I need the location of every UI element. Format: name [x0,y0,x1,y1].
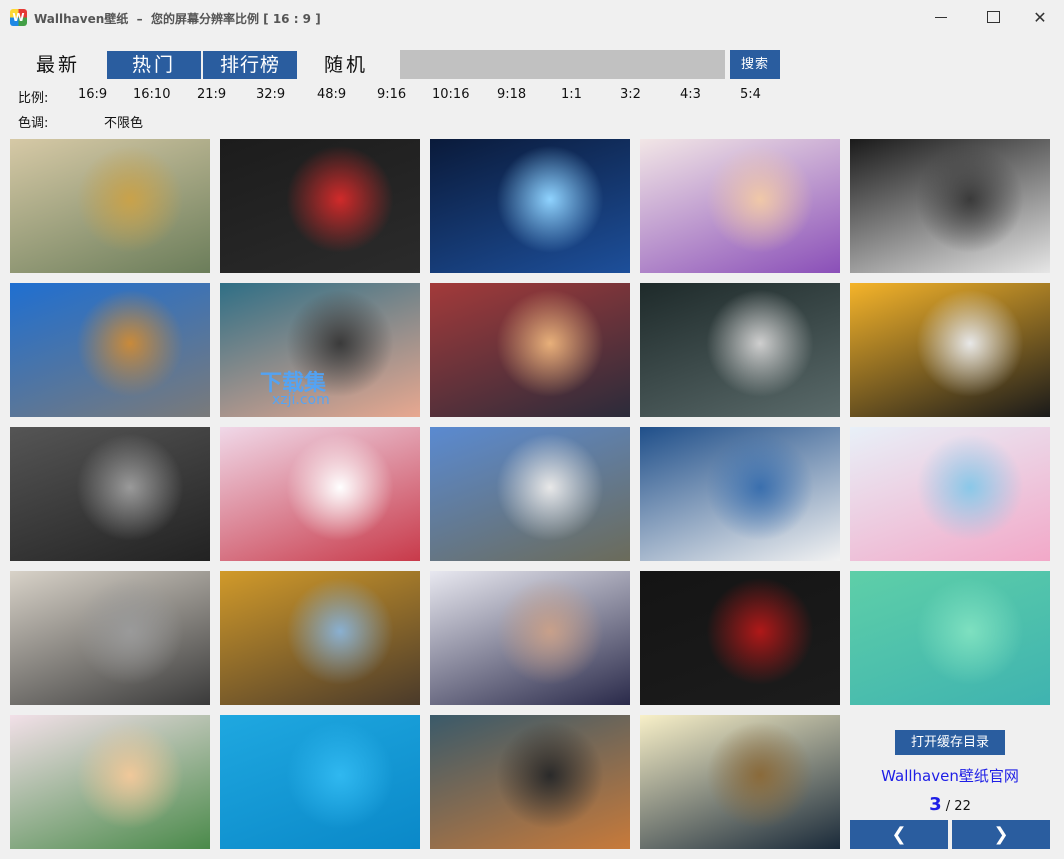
wallpaper-thumbnail-bw-portrait[interactable] [10,571,210,705]
app-icon: W [10,9,27,26]
wallpaper-thumbnail-dark-minimal[interactable] [640,571,840,705]
ratio-option[interactable]: 5:4 [740,87,761,102]
ratio-option[interactable]: 16:9 [78,87,107,102]
app-icon-letter: W [12,11,25,24]
title-bar: W Wallhaven壁纸 – 您的屏幕分辨率比例 [ 16 : 9 ] ✕ [0,0,1064,38]
wallpaper-thumbnail-teal-gradient[interactable] [850,571,1050,705]
wallpaper-thumbnail-sith-lightsaber[interactable] [220,139,420,273]
wallpaper-thumbnail-anime-white-hair[interactable] [850,139,1050,273]
maximize-icon [986,11,1000,23]
wallpaper-thumbnail-witcher[interactable] [640,283,840,417]
ratio-option[interactable]: 32:9 [256,87,285,102]
ratio-option[interactable]: 10:16 [432,87,469,102]
nav-latest[interactable]: 最新 [26,51,90,79]
minimize-button[interactable] [918,0,964,34]
color-label: 色调: [18,116,49,131]
window-title: Wallhaven壁纸 – 您的屏幕分辨率比例 [ 16 : 9 ] [34,12,321,26]
wallpaper-thumbnail-wave-pattern[interactable] [640,427,840,561]
color-option-any[interactable]: 不限色 [104,112,143,131]
wallpaper-thumbnail-anime-sports-girl[interactable] [220,427,420,561]
wallpaper-thumbnail-anime-devil-girl[interactable] [850,283,1050,417]
maximize-button[interactable] [970,0,1016,34]
ratio-option[interactable]: 21:9 [197,87,226,102]
wallpaper-thumbnail-fantasy-castle[interactable] [10,139,210,273]
wallpaper-thumbnail-anime-school-uniform[interactable] [430,571,630,705]
current-page: 3 [929,794,942,815]
wallpaper-thumbnail-space-ship-planet[interactable] [640,715,840,849]
wallpaper-thumbnail-anime-elf-trio[interactable] [10,715,210,849]
chevron-left-icon: ❮ [891,824,907,845]
ratio-option[interactable]: 9:18 [497,87,526,102]
chevron-right-icon: ❯ [993,824,1009,845]
ratio-option[interactable]: 3:2 [620,87,641,102]
nav-hot[interactable]: 热门 [107,51,201,79]
wallpaper-thumbnail-blue-deer[interactable] [430,139,630,273]
page-indicator: 3 / 22 [850,794,1050,815]
wallpaper-thumbnail-mountain-reflection[interactable] [430,283,630,417]
official-site-link[interactable]: Wallhaven壁纸官网 [850,765,1050,786]
wallpaper-thumbnail-girl-headphones[interactable] [430,715,630,849]
search-button[interactable]: 搜索 [730,50,780,79]
nav-random[interactable]: 随机 [314,51,378,79]
wallpaper-thumbnail-snow-mountain-lake[interactable] [430,427,630,561]
ratio-label: 比例: [18,91,49,106]
ratio-option[interactable]: 4:3 [680,87,701,102]
wallpaper-thumbnail-anime-purple-girl[interactable] [640,139,840,273]
ratio-option[interactable]: 16:10 [133,87,170,102]
nav-toplist[interactable]: 排行榜 [203,51,297,79]
wallpaper-thumbnail-airplane-runway[interactable] [10,283,210,417]
next-page-button[interactable]: ❯ [952,820,1050,849]
search-input[interactable] [400,50,725,79]
total-pages: / 22 [945,799,971,814]
ratio-option[interactable]: 9:16 [377,87,406,102]
wallpaper-thumbnail-autumn-temple[interactable] [220,571,420,705]
ratio-option[interactable]: 1:1 [561,87,582,102]
close-icon: ✕ [1033,7,1047,27]
close-button[interactable]: ✕ [1017,0,1063,34]
ratio-option[interactable]: 48:9 [317,87,346,102]
minimize-icon [935,16,947,18]
wallpaper-thumbnail-anime-colorful-crowd[interactable] [850,427,1050,561]
wallpaper-thumbnail-blue-gradient[interactable] [220,715,420,849]
wallpaper-thumbnail-street-cat[interactable] [10,427,210,561]
prev-page-button[interactable]: ❮ [850,820,948,849]
open-cache-button[interactable]: 打开缓存目录 [895,730,1005,755]
watermark-url: xzji.com [272,392,330,408]
